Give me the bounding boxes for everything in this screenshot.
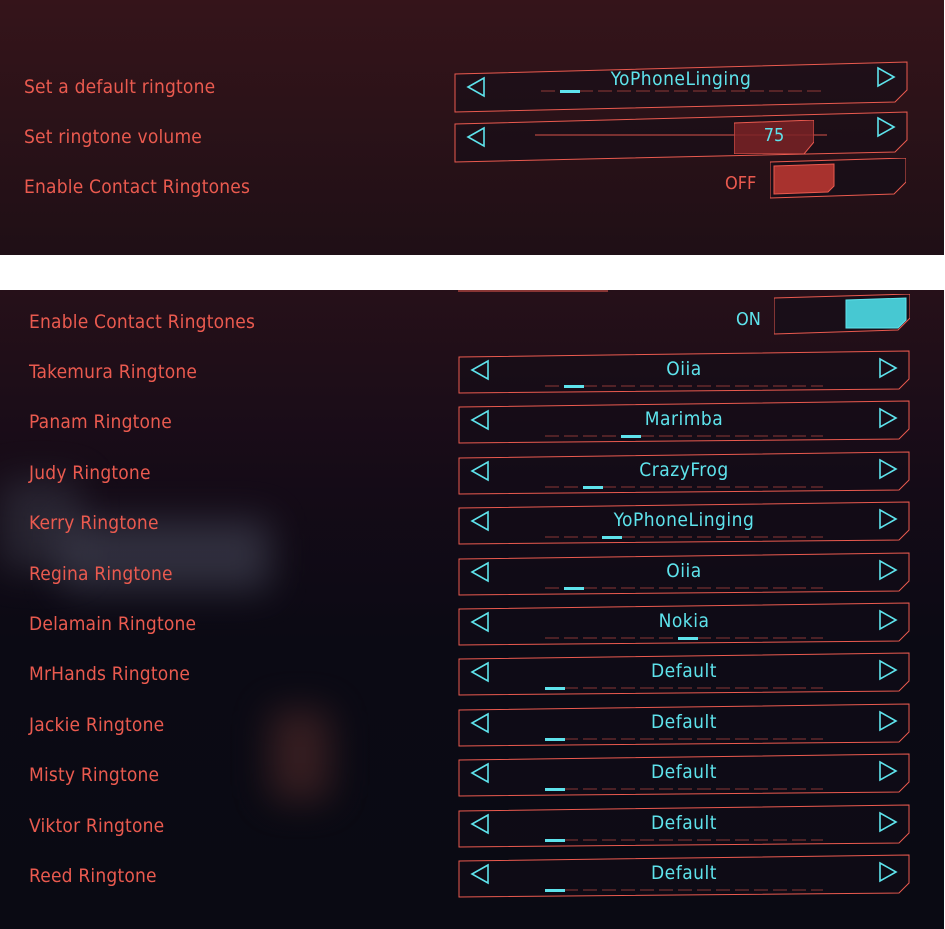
volume-slider-thumb[interactable]: 75 bbox=[734, 120, 814, 154]
option-indicator-track bbox=[545, 435, 823, 439]
contact-name-label: Panam Ringtone bbox=[29, 411, 172, 434]
default-ringtone-row: Set a default ringtone YoPhoneLinging bbox=[0, 61, 944, 113]
contact-name-label: Kerry Ringtone bbox=[29, 512, 159, 535]
contact-ringtones-toggle-row: Enable Contact Ringtones OFF bbox=[0, 158, 944, 212]
cut-off-frame-edge bbox=[458, 290, 608, 292]
option-indicator-mark bbox=[545, 889, 565, 892]
ringtone-selector[interactable]: Oiia bbox=[458, 350, 910, 394]
contact-name-label: Reed Ringtone bbox=[29, 865, 157, 887]
ringtone-selector[interactable]: Oiia bbox=[458, 552, 910, 596]
option-indicator-mark bbox=[583, 485, 603, 489]
selected-ringtone-value: Marimba bbox=[644, 408, 724, 431]
selected-ringtone-value: YoPhoneLinging bbox=[610, 68, 752, 90]
default-ringtone-selector[interactable]: YoPhoneLinging bbox=[454, 61, 908, 113]
selected-ringtone-value: Default bbox=[651, 660, 717, 683]
selected-ringtone-value: Oiia bbox=[666, 559, 702, 582]
ringtone-selector[interactable]: Marimba bbox=[458, 400, 910, 444]
contact-name-label: Jackie Ringtone bbox=[29, 713, 165, 736]
selected-ringtone-value: YoPhoneLinging bbox=[613, 509, 755, 532]
settings-panel-top: Set a default ringtone YoPhoneLinging Se… bbox=[0, 0, 944, 255]
selected-ringtone-value: Nokia bbox=[658, 610, 710, 632]
option-indicator-track bbox=[545, 838, 823, 842]
option-indicator-track bbox=[545, 687, 823, 691]
contact-ringtone-row: Regina Ringtone Oiia bbox=[0, 549, 944, 599]
option-indicator-mark bbox=[564, 385, 584, 388]
option-indicator-mark bbox=[564, 586, 584, 590]
contact-name-label: Delamain Ringtone bbox=[29, 613, 197, 635]
toggle-state-text: OFF bbox=[725, 173, 757, 194]
contact-ringtone-row: Kerry Ringtone YoPhoneLinging bbox=[0, 498, 944, 548]
ringtone-selector[interactable]: Nokia bbox=[458, 602, 910, 646]
selected-ringtone-value: Default bbox=[651, 710, 717, 733]
option-indicator-mark bbox=[621, 435, 641, 439]
ringtone-volume-slider[interactable]: 75 bbox=[454, 111, 908, 163]
ringtone-selector[interactable]: CrazyFrog bbox=[458, 451, 910, 495]
contact-ringtones-label: Enable Contact Ringtones bbox=[29, 311, 256, 333]
contact-ringtone-row: Takemura Ringtone Oiia bbox=[0, 347, 944, 397]
contact-ringtone-row: Jackie Ringtone Default bbox=[0, 700, 944, 750]
ringtone-selector[interactable]: Default bbox=[458, 703, 910, 747]
ringtone-selector[interactable]: Default bbox=[458, 753, 910, 797]
option-indicator-mark bbox=[545, 838, 565, 842]
contact-ringtones-label: Enable Contact Ringtones bbox=[24, 176, 251, 198]
settings-panel-bottom: Enable Contact Ringtones ON Takemura Rin… bbox=[0, 290, 944, 929]
selected-ringtone-value: Oiia bbox=[666, 358, 702, 380]
option-indicator-track bbox=[545, 737, 823, 741]
contact-ringtone-row: Misty Ringtone Default bbox=[0, 750, 944, 800]
option-indicator-mark bbox=[678, 637, 698, 640]
contact-name-label: MrHands Ringtone bbox=[29, 663, 191, 686]
volume-value: 75 bbox=[763, 125, 785, 146]
contact-name-label: Regina Ringtone bbox=[29, 562, 173, 585]
option-indicator-track bbox=[545, 536, 823, 540]
option-indicator-track bbox=[545, 788, 823, 792]
selected-ringtone-value: Default bbox=[651, 862, 717, 884]
option-indicator-track bbox=[545, 586, 823, 590]
contact-name-label: Misty Ringtone bbox=[29, 764, 160, 787]
ringtone-selector[interactable]: Default bbox=[458, 652, 910, 696]
selected-ringtone-value: CrazyFrog bbox=[639, 458, 729, 481]
ringtone-selector[interactable]: Default bbox=[458, 804, 910, 848]
ringtone-volume-label: Set ringtone volume bbox=[24, 126, 203, 148]
increase-arrow-icon[interactable] bbox=[875, 116, 897, 138]
contact-name-label: Judy Ringtone bbox=[29, 461, 151, 484]
option-indicator-track bbox=[541, 90, 821, 93]
option-indicator-track bbox=[545, 637, 823, 640]
option-indicator-mark bbox=[545, 788, 565, 792]
ringtone-selector[interactable]: Default bbox=[458, 854, 910, 898]
ringtone-volume-row: Set ringtone volume 75 bbox=[0, 111, 944, 163]
option-indicator-track bbox=[545, 485, 823, 489]
option-indicator-track bbox=[545, 385, 823, 388]
contact-ringtone-row: Viktor Ringtone Default bbox=[0, 801, 944, 851]
toggle-state-text: ON bbox=[736, 309, 761, 330]
default-ringtone-label: Set a default ringtone bbox=[24, 76, 216, 98]
contact-ringtone-row: Judy Ringtone CrazyFrog bbox=[0, 448, 944, 498]
contact-ringtone-row: MrHands Ringtone Default bbox=[0, 649, 944, 699]
contact-ringtones-toggle-row: Enable Contact Ringtones ON bbox=[0, 294, 944, 347]
decrease-arrow-icon[interactable] bbox=[465, 126, 487, 148]
selected-ringtone-value: Default bbox=[651, 811, 717, 834]
option-indicator-track bbox=[545, 889, 823, 892]
contact-ringtone-row: Panam Ringtone Marimba bbox=[0, 397, 944, 447]
option-indicator-mark bbox=[560, 90, 580, 93]
contact-ringtone-row: Delamain Ringtone Nokia bbox=[0, 599, 944, 649]
option-indicator-mark bbox=[545, 687, 565, 691]
option-indicator-mark bbox=[545, 737, 565, 741]
ringtone-selector[interactable]: YoPhoneLinging bbox=[458, 501, 910, 545]
contact-ringtones-toggle[interactable] bbox=[770, 158, 906, 200]
selected-ringtone-value: Default bbox=[651, 761, 717, 784]
option-indicator-mark bbox=[602, 536, 622, 540]
contact-ringtones-toggle[interactable] bbox=[774, 294, 910, 336]
contact-name-label: Viktor Ringtone bbox=[29, 814, 165, 837]
contact-name-label: Takemura Ringtone bbox=[29, 361, 198, 383]
contact-ringtone-row: Reed Ringtone Default bbox=[0, 851, 944, 901]
